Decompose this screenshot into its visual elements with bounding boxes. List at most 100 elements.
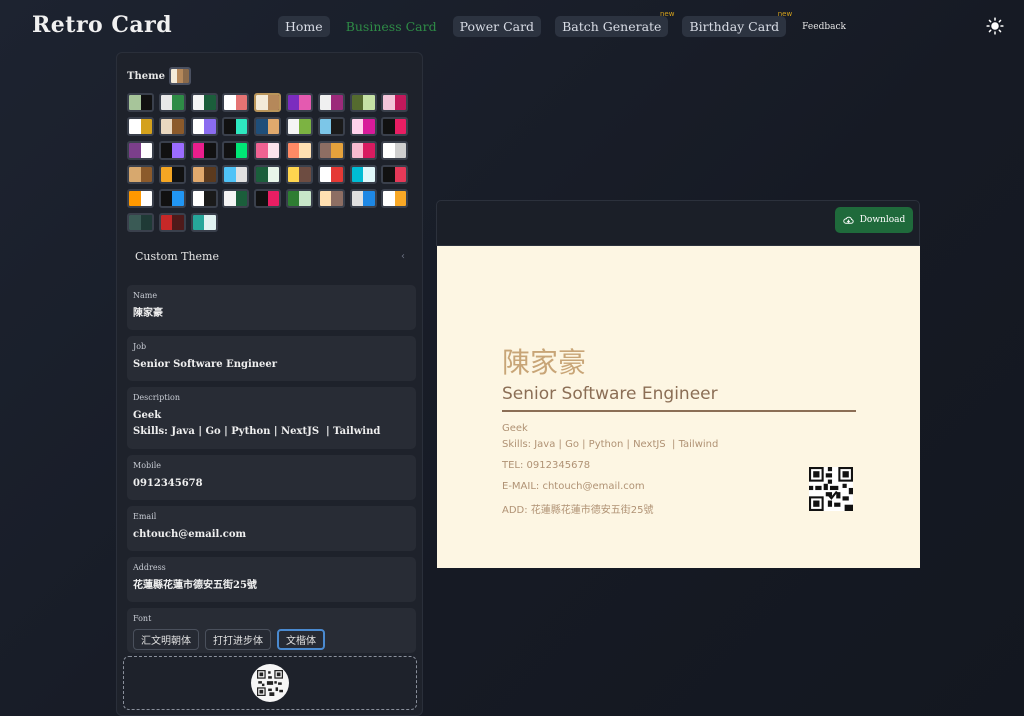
email-field-value[interactable]: chtouch@email.com bbox=[133, 527, 410, 543]
swatch-color bbox=[331, 143, 343, 158]
swatch-color bbox=[129, 119, 141, 134]
font-option-dada[interactable]: 打打进步体 bbox=[205, 629, 271, 650]
nav-birthday-card[interactable]: Birthday Card new bbox=[682, 10, 792, 37]
email-field-label: Email bbox=[133, 512, 157, 521]
theme-swatch[interactable] bbox=[349, 93, 377, 112]
job-field-value[interactable]: Senior Software Engineer bbox=[133, 357, 410, 373]
qr-upload-area[interactable] bbox=[123, 656, 417, 710]
theme-swatch[interactable] bbox=[317, 189, 345, 208]
nav-feedback[interactable]: Feedback bbox=[800, 16, 848, 37]
description-field[interactable]: Description Geek Skills: Java | Go | Pyt… bbox=[127, 387, 416, 449]
nav-business-card[interactable]: Business Card bbox=[344, 16, 439, 37]
nav-home[interactable]: Home bbox=[278, 16, 330, 37]
theme-swatch[interactable] bbox=[158, 189, 186, 208]
theme-swatch[interactable] bbox=[349, 189, 377, 208]
font-field: Font 汇文明朝体 打打进步体 文楷体 bbox=[127, 608, 416, 653]
swatch-color bbox=[204, 191, 216, 206]
app-logo[interactable]: Retro Card bbox=[32, 12, 172, 38]
address-field-value[interactable]: 花蓮縣花蓮市德安五街25號 bbox=[133, 578, 410, 594]
swatch-color bbox=[256, 143, 268, 158]
job-field[interactable]: Job Senior Software Engineer bbox=[127, 336, 416, 381]
theme-swatch[interactable] bbox=[317, 165, 345, 184]
theme-swatch[interactable] bbox=[190, 213, 218, 232]
download-button[interactable]: Download bbox=[835, 207, 913, 233]
font-option-wenkai[interactable]: 文楷体 bbox=[277, 629, 325, 650]
theme-swatch[interactable] bbox=[158, 213, 186, 232]
description-field-value[interactable]: Geek Skills: Java | Go | Python | NextJS… bbox=[133, 408, 410, 440]
name-field[interactable]: Name 陳家豪 bbox=[127, 285, 416, 330]
theme-swatch[interactable] bbox=[254, 189, 282, 208]
swatch-color bbox=[256, 119, 268, 134]
theme-swatch[interactable] bbox=[317, 93, 345, 112]
theme-swatch[interactable] bbox=[349, 117, 377, 136]
swatch-color bbox=[351, 119, 364, 134]
theme-swatch[interactable] bbox=[317, 117, 345, 136]
theme-swatch[interactable] bbox=[190, 93, 218, 112]
swatch-color bbox=[267, 119, 280, 134]
preview-toolbar: Download bbox=[436, 200, 920, 246]
theme-swatch[interactable] bbox=[127, 117, 154, 136]
theme-swatch[interactable] bbox=[127, 141, 154, 160]
theme-swatch[interactable] bbox=[349, 141, 377, 160]
theme-swatch[interactable] bbox=[127, 189, 154, 208]
theme-swatch[interactable] bbox=[285, 117, 313, 136]
new-badge: new bbox=[777, 10, 793, 18]
theme-swatch[interactable] bbox=[127, 93, 154, 112]
theme-swatch[interactable] bbox=[349, 165, 377, 184]
swatch-color bbox=[140, 143, 152, 158]
theme-swatch[interactable] bbox=[381, 141, 409, 160]
card-address: ADD: 花蓮縣花蓮市德安五街25號 bbox=[502, 505, 654, 516]
swatch-color bbox=[331, 119, 343, 134]
mobile-field-label: Mobile bbox=[133, 461, 161, 470]
theme-swatch[interactable] bbox=[285, 189, 313, 208]
theme-swatch[interactable] bbox=[285, 141, 313, 160]
theme-swatch[interactable] bbox=[381, 117, 409, 136]
theme-swatch[interactable] bbox=[158, 165, 186, 184]
theme-swatch[interactable] bbox=[222, 165, 250, 184]
nav-feedback-label: Feedback bbox=[802, 21, 846, 32]
theme-swatch[interactable] bbox=[254, 165, 282, 184]
email-field[interactable]: Email chtouch@email.com bbox=[127, 506, 416, 551]
sun-icon bbox=[986, 17, 1004, 35]
theme-swatch[interactable] bbox=[158, 141, 186, 160]
chevron-left-icon: ‹ bbox=[401, 250, 405, 262]
theme-swatch[interactable] bbox=[317, 141, 345, 160]
theme-swatch[interactable] bbox=[127, 165, 154, 184]
swatch-color bbox=[319, 95, 332, 110]
font-option-huiwen[interactable]: 汇文明朝体 bbox=[133, 629, 199, 650]
nav-home-label: Home bbox=[285, 19, 323, 34]
mobile-field-value[interactable]: 0912345678 bbox=[133, 476, 410, 492]
mobile-field[interactable]: Mobile 0912345678 bbox=[127, 455, 416, 500]
theme-swatch[interactable] bbox=[381, 165, 409, 184]
swatch-color bbox=[394, 191, 407, 206]
theme-swatch[interactable] bbox=[158, 93, 186, 112]
nav-power-card[interactable]: Power Card bbox=[452, 16, 542, 37]
name-field-value[interactable]: 陳家豪 bbox=[133, 306, 410, 322]
theme-swatch[interactable] bbox=[190, 117, 218, 136]
swatch-color bbox=[351, 95, 364, 110]
swatch-color bbox=[331, 167, 343, 182]
theme-swatch[interactable] bbox=[254, 93, 282, 112]
theme-swatch[interactable] bbox=[222, 141, 250, 160]
theme-swatch[interactable] bbox=[381, 93, 409, 112]
theme-swatch[interactable] bbox=[127, 213, 154, 232]
theme-toggle-button[interactable] bbox=[985, 16, 1005, 36]
theme-swatch[interactable] bbox=[254, 117, 282, 136]
theme-swatch[interactable] bbox=[254, 141, 282, 160]
theme-swatch[interactable] bbox=[158, 117, 186, 136]
theme-swatch[interactable] bbox=[190, 141, 218, 160]
theme-swatch[interactable] bbox=[190, 165, 218, 184]
theme-swatch[interactable] bbox=[222, 189, 250, 208]
theme-swatch[interactable] bbox=[190, 189, 218, 208]
custom-theme-toggle[interactable]: Custom Theme ‹ bbox=[127, 243, 413, 269]
theme-swatch[interactable] bbox=[381, 189, 409, 208]
swatch-color bbox=[160, 215, 173, 230]
nav-batch-generate[interactable]: Batch Generate new bbox=[555, 10, 674, 37]
theme-swatch[interactable] bbox=[222, 117, 250, 136]
swatch-color bbox=[299, 95, 311, 110]
theme-swatch[interactable] bbox=[222, 93, 250, 112]
theme-swatch[interactable] bbox=[285, 93, 313, 112]
address-field[interactable]: Address 花蓮縣花蓮市德安五街25號 bbox=[127, 557, 416, 602]
swatch-color bbox=[192, 143, 205, 158]
theme-swatch[interactable] bbox=[285, 165, 313, 184]
